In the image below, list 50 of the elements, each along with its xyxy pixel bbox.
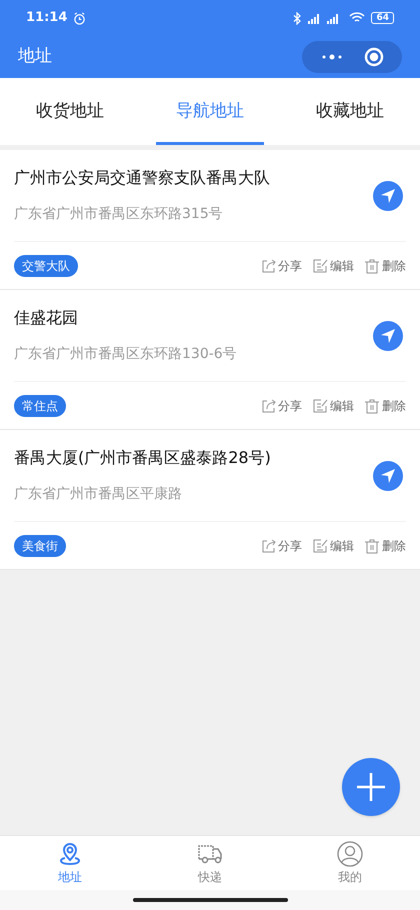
- navigate-button[interactable]: [373, 180, 403, 210]
- add-button[interactable]: [342, 758, 400, 816]
- place-name: 番禺大厦(广州市番禺区盛泰路28号): [14, 447, 272, 469]
- tag-label: 美食街: [14, 534, 66, 556]
- tag-label: 交警大队: [14, 254, 78, 276]
- navigate-button[interactable]: [373, 460, 403, 490]
- edit-button[interactable]: 编辑: [312, 256, 354, 274]
- share-button[interactable]: 分享: [261, 396, 302, 414]
- share-icon: [261, 538, 277, 554]
- navigation-arrow-icon: [380, 328, 396, 344]
- share-button[interactable]: 分享: [261, 256, 302, 274]
- tag-label: 常住点: [14, 394, 66, 416]
- place-name: 广州市公安局交通警察支队番禺大队: [14, 167, 271, 189]
- navigate-button[interactable]: [373, 320, 403, 350]
- share-button[interactable]: 分享: [261, 536, 302, 554]
- close-circle-icon[interactable]: [364, 47, 384, 67]
- navigation-arrow-icon: [380, 468, 396, 484]
- address-text: 广东省广州市番禺区东环路130-6号: [14, 345, 238, 364]
- tab[interactable]: 收藏地址: [280, 78, 420, 145]
- plus-icon: [356, 772, 386, 802]
- trash-icon: [364, 398, 380, 414]
- alarm-icon: [73, 12, 86, 24]
- address-text: 广东省广州市番禺区平康路: [14, 485, 183, 504]
- share-icon: [261, 258, 277, 274]
- status-time: 11:14: [26, 9, 68, 28]
- more-icon[interactable]: [320, 54, 342, 60]
- delete-button[interactable]: 删除: [364, 536, 406, 554]
- place-name: 佳盛花园: [14, 307, 79, 329]
- share-icon: [261, 398, 277, 414]
- edit-icon: [312, 398, 328, 414]
- delete-button[interactable]: 删除: [364, 396, 406, 414]
- trash-icon: [364, 258, 380, 274]
- battery-indicator: 64: [371, 12, 394, 24]
- edit-button[interactable]: 编辑: [312, 536, 354, 554]
- bottom-nav-item[interactable]: 地址: [0, 836, 140, 890]
- edit-icon: [312, 258, 328, 274]
- edit-button[interactable]: 编辑: [312, 396, 354, 414]
- user-icon: [336, 840, 364, 866]
- edit-icon: [312, 538, 328, 554]
- trash-icon: [364, 538, 380, 554]
- bottom-nav-item[interactable]: 快递: [140, 836, 280, 890]
- bottom-nav-item[interactable]: 我的: [280, 836, 420, 890]
- navigation-arrow-icon: [380, 188, 396, 204]
- delete-button[interactable]: 删除: [364, 256, 406, 274]
- wifi-icon: [349, 12, 366, 24]
- page-title: 地址: [18, 45, 52, 68]
- tab[interactable]: 导航地址: [140, 78, 280, 145]
- tab[interactable]: 收货地址: [0, 78, 140, 145]
- bluetooth-icon: [293, 12, 302, 24]
- address-text: 广东省广州市番禺区东环路315号: [14, 205, 224, 224]
